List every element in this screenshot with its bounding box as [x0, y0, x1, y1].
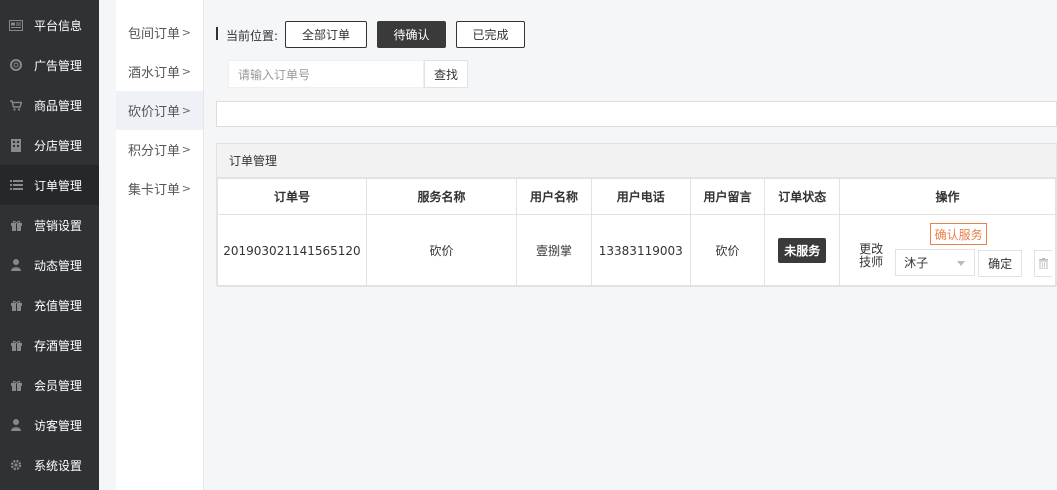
- subnav-item-label: 包间订单: [128, 27, 181, 42]
- subnav-item-label: 集卡订单: [128, 183, 181, 198]
- sidebar-item-wine-storage[interactable]: 存酒管理: [0, 325, 99, 365]
- trash-icon: [1039, 258, 1049, 269]
- technician-selected-value: 沐子: [904, 256, 929, 270]
- user-phone-cell: 13383119003: [590, 214, 691, 287]
- news-icon: [9, 19, 23, 31]
- user-message-cell: 砍价: [689, 214, 766, 287]
- table-header-row: 订单号 服务名称 用户名称 用户电话 用户留言 订单状态 操作: [217, 178, 1056, 215]
- sidebar-item-label: 会员管理: [34, 378, 83, 393]
- sidebar-item-label: 动态管理: [34, 258, 83, 273]
- list-icon: [9, 179, 23, 191]
- subnav-item-card-orders[interactable]: 集卡订单 >: [116, 169, 203, 208]
- sidebar-item-label: 营销设置: [34, 218, 83, 233]
- location-marker: [216, 27, 218, 40]
- sidebar-item-label: 平台信息: [34, 18, 83, 33]
- chevron-right-icon: >: [181, 104, 191, 117]
- column-header: 订单状态: [764, 178, 841, 215]
- subnav-divider: [203, 0, 204, 490]
- subnav-item-room-orders[interactable]: 包间订单 >: [116, 13, 203, 52]
- sidebar-item-orders[interactable]: 订单管理: [0, 165, 99, 205]
- cart-icon: [9, 99, 23, 111]
- chevron-right-icon: >: [181, 65, 191, 78]
- column-header: 订单号: [217, 178, 367, 215]
- filter-all-orders-button[interactable]: 全部订单: [285, 21, 367, 48]
- subnav-item-label: 砍价订单: [128, 105, 181, 120]
- sidebar-item-visitors[interactable]: 访客管理: [0, 405, 99, 445]
- subnav-item-bargain-orders[interactable]: 砍价订单 >: [116, 91, 203, 130]
- sidebar-item-platform-info[interactable]: 平台信息: [0, 5, 99, 45]
- order-search-input[interactable]: 请输入订单号: [228, 60, 424, 88]
- sidebar-item-label: 商品管理: [34, 98, 83, 113]
- subnav-item-label: 酒水订单: [128, 66, 181, 81]
- sidebar-item-settings[interactable]: 系统设置: [0, 445, 99, 485]
- subnav-item-label: 积分订单: [128, 144, 181, 159]
- filter-completed-button[interactable]: 已完成: [456, 21, 525, 48]
- column-header: 用户电话: [590, 178, 691, 215]
- gift-icon: [9, 379, 23, 391]
- sidebar-item-marketing[interactable]: 营销设置: [0, 205, 99, 245]
- search-button[interactable]: 查找: [424, 60, 468, 88]
- order-type-subnav: 包间订单 > 酒水订单 > 砍价订单 > 积分订单 > 集卡订单 >: [116, 0, 203, 490]
- table-row: 201903021141565120 砍价 壹捌掌 13383119003 砍价…: [217, 214, 1056, 287]
- column-header: 服务名称: [365, 178, 518, 215]
- main-sidebar: 平台信息 广告管理 商品管理 分店管理 订单管理 营销设置 动态管理 充值管理 …: [0, 0, 99, 490]
- sidebar-item-ads[interactable]: 广告管理: [0, 45, 99, 85]
- user-icon: [9, 259, 23, 271]
- status-badge: 未服务: [778, 238, 827, 263]
- gear-icon: [9, 459, 23, 471]
- sidebar-item-recharge[interactable]: 充值管理: [0, 285, 99, 325]
- filter-pending-button[interactable]: 待确认: [377, 21, 446, 48]
- caret-down-icon: [957, 261, 966, 266]
- gift-icon: [9, 299, 23, 311]
- sidebar-item-members[interactable]: 会员管理: [0, 365, 99, 405]
- building-icon: [9, 138, 23, 152]
- user-name-cell: 壹捌掌: [516, 214, 592, 287]
- confirm-service-button[interactable]: 确认服务: [930, 223, 988, 245]
- user-icon: [9, 419, 23, 431]
- confirm-technician-button[interactable]: 确定: [978, 250, 1023, 277]
- sidebar-item-label: 订单管理: [34, 178, 83, 193]
- actions-cell: 确认服务 更改 技师 沐子 确定: [839, 214, 1056, 287]
- sidebar-item-label: 分店管理: [34, 138, 83, 153]
- chevron-right-icon: >: [181, 182, 191, 195]
- sidebar-item-label: 系统设置: [34, 458, 83, 473]
- change-tech-line: 技师: [859, 255, 884, 269]
- sidebar-item-label: 存酒管理: [34, 338, 83, 353]
- subnav-item-drink-orders[interactable]: 酒水订单 >: [116, 52, 203, 91]
- location-label: 当前位置:: [226, 29, 279, 43]
- service-name-cell: 砍价: [365, 214, 518, 287]
- technician-select[interactable]: 沐子: [895, 249, 976, 276]
- empty-filter-bar: [216, 101, 1057, 127]
- order-status-cell: 未服务: [764, 214, 841, 287]
- sidebar-item-label: 访客管理: [34, 418, 83, 433]
- column-header: 用户留言: [689, 178, 766, 215]
- delete-button[interactable]: [1034, 250, 1053, 277]
- column-header: 用户名称: [516, 178, 592, 215]
- sidebar-item-branches[interactable]: 分店管理: [0, 125, 99, 165]
- orders-table: 订单号 服务名称 用户名称 用户电话 用户留言 订单状态 操作 20190302…: [217, 178, 1056, 287]
- sidebar-item-label: 广告管理: [34, 58, 83, 73]
- subnav-item-points-orders[interactable]: 积分订单 >: [116, 130, 203, 169]
- order-management-panel: 订单管理 订单号 服务名称 用户名称 用户电话 用户留言 订单状态 操作 201…: [216, 143, 1057, 287]
- chevron-right-icon: >: [181, 143, 191, 156]
- change-technician-label: 更改 技师: [858, 243, 884, 269]
- chevron-right-icon: >: [181, 26, 191, 39]
- lifebuoy-icon: [9, 59, 23, 71]
- order-number-cell: 201903021141565120: [217, 214, 367, 287]
- panel-title: 订单管理: [217, 144, 1056, 178]
- sidebar-item-products[interactable]: 商品管理: [0, 85, 99, 125]
- sidebar-item-label: 充值管理: [34, 298, 83, 313]
- gift-icon: [9, 219, 23, 231]
- sidebar-item-dynamics[interactable]: 动态管理: [0, 245, 99, 285]
- gift-icon: [9, 339, 23, 351]
- column-header: 操作: [839, 178, 1056, 215]
